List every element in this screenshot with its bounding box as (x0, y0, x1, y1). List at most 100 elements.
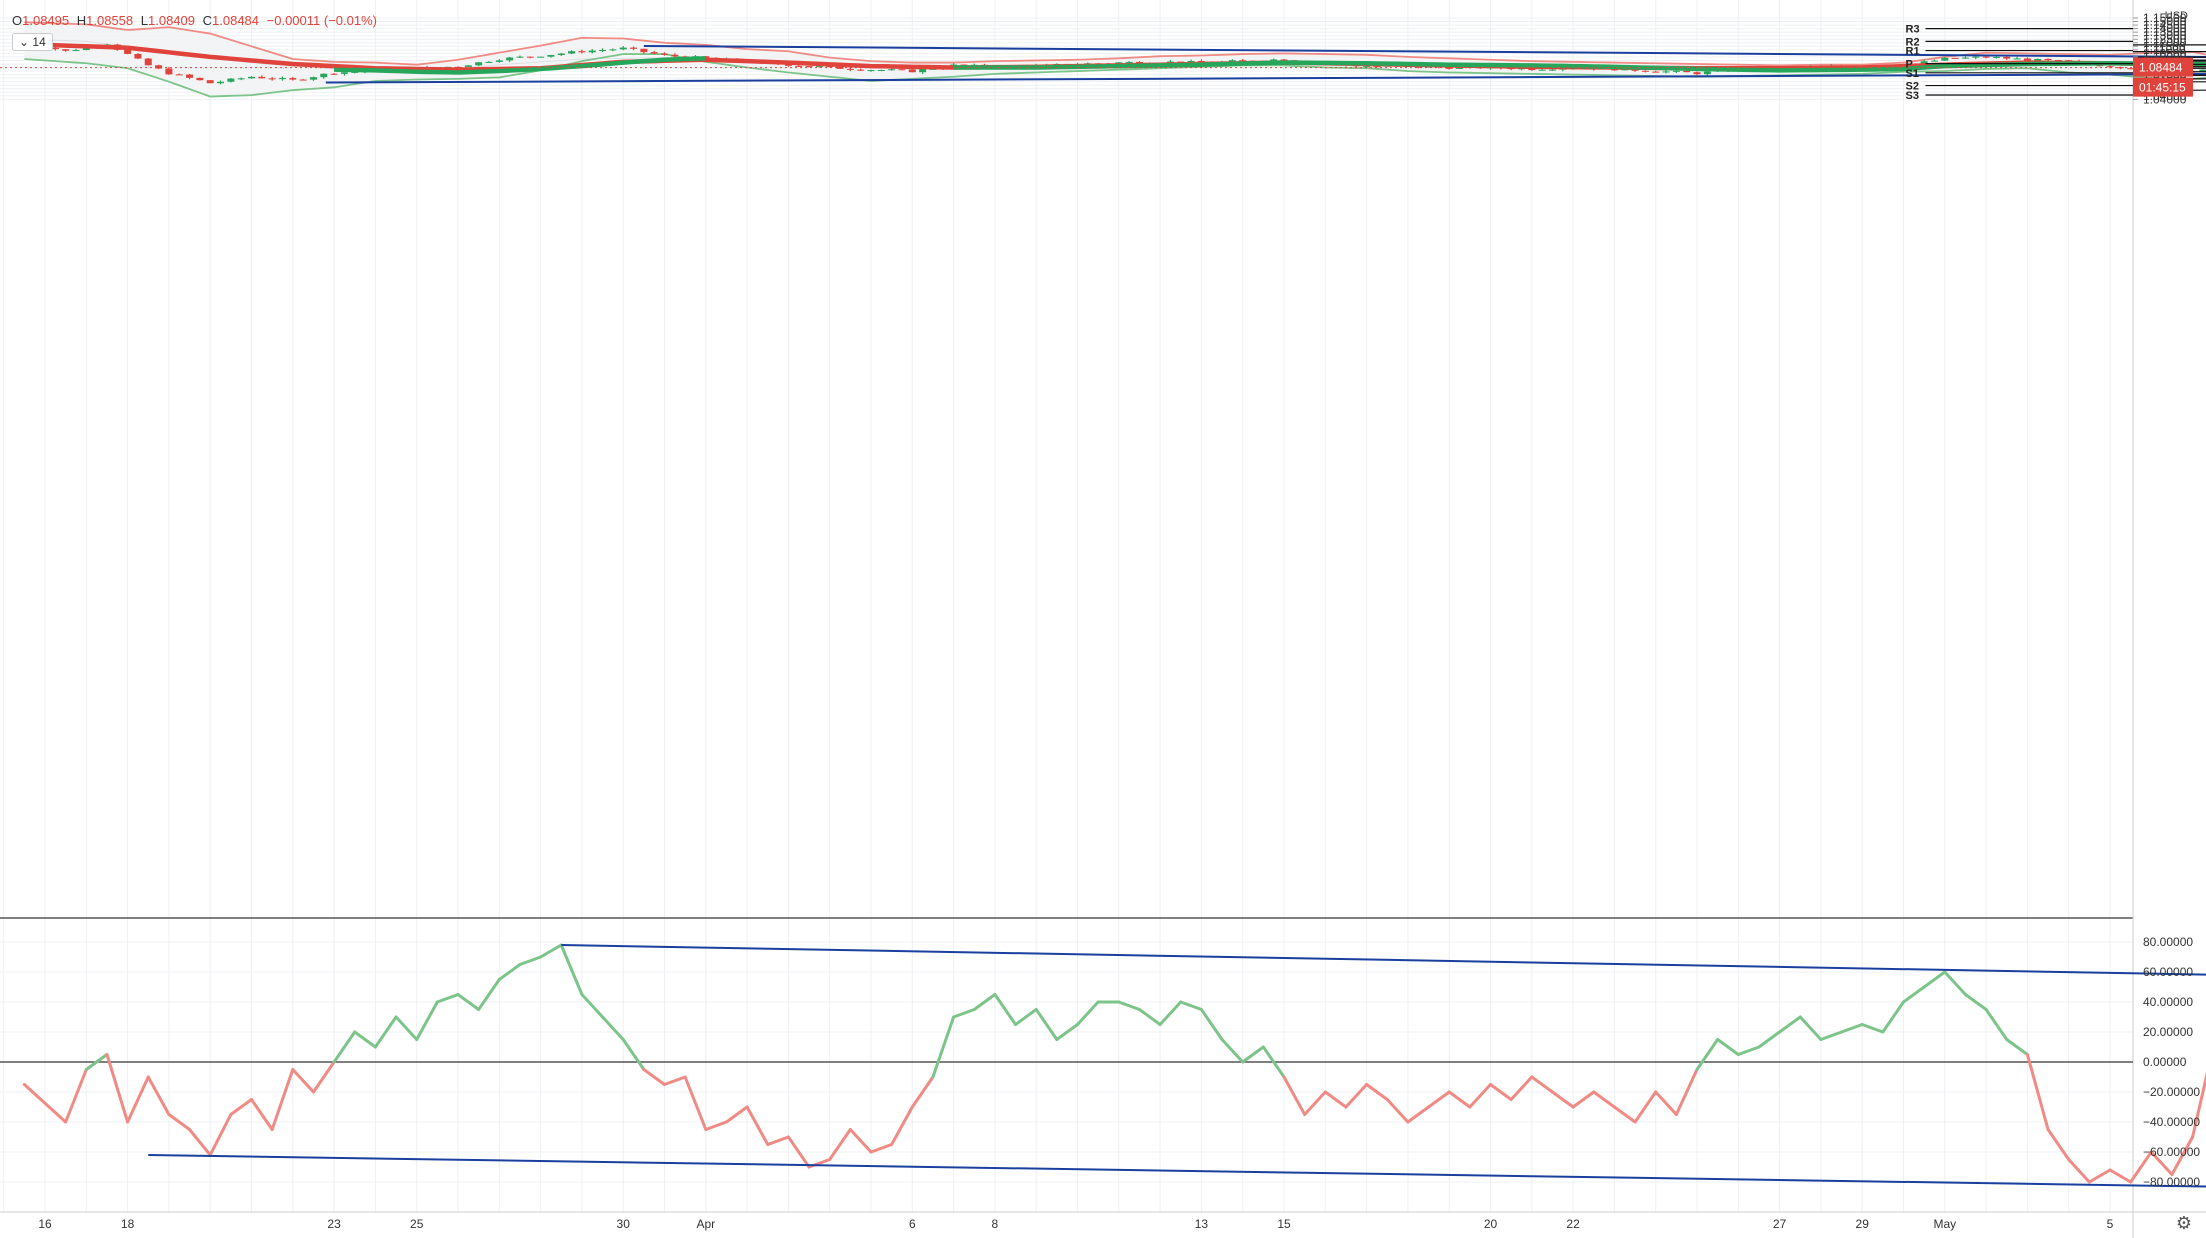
candle-body (588, 50, 596, 53)
oscillator-segment (1117, 1000, 1141, 1011)
change-value: −0.00011 (−0.01%) (266, 13, 377, 28)
oscillator-segment (311, 1060, 336, 1094)
oscillator-segment (1612, 1105, 1637, 1124)
osc-tick-label: −20.00000 (2143, 1085, 2200, 1099)
oscillator-segment (1137, 1008, 1162, 1026)
oscillator-segment (539, 943, 563, 959)
osc-tick-label: 20.00000 (2143, 1025, 2193, 1039)
indicator-toggle[interactable]: ⌄ 14 (12, 33, 53, 51)
candle-body (908, 69, 916, 73)
oscillator-segment (1385, 1098, 1410, 1124)
candle-body (2013, 58, 2021, 60)
oscillator-segment (1840, 1023, 1864, 1034)
oscillator-segment (724, 1105, 749, 1124)
osc-tick-label: 60.00000 (2143, 965, 2193, 979)
date-tick-label: May (1933, 1217, 1956, 1231)
candle-body (2106, 66, 2114, 68)
candle-body (547, 54, 555, 57)
trading-chart[interactable]: R3R2R1PS1S2S3R3R2R1PS1S2S3R3R2R1PS1S2S3 … (0, 0, 2206, 1238)
candle-body (2003, 56, 2011, 59)
candle-body (330, 73, 338, 75)
oscillator-segment (1592, 1090, 1616, 1109)
oscillator-segment (126, 1075, 150, 1124)
oscillator-segment (1757, 1030, 1782, 1049)
candle-body (1951, 57, 1959, 59)
candle-body (1972, 56, 1980, 58)
osc-tick-label: −80.00000 (2143, 1175, 2200, 1189)
oscillator-segment (1034, 1008, 1059, 1041)
oscillator-segment (291, 1068, 315, 1094)
candle-body (196, 77, 204, 81)
oscillator-segment (869, 1143, 894, 1154)
oscillator-segment (642, 1068, 666, 1086)
candle-body (1703, 71, 1711, 75)
date-tick-label: 20 (1484, 1217, 1498, 1231)
candle-body (1548, 69, 1556, 71)
candle-body (619, 47, 627, 50)
date-tick-label: 25 (410, 1217, 424, 1231)
axes: 1.155001.150001.145001.140001.135001.130… (38, 11, 2200, 1231)
oscillator-segment (1427, 1090, 1451, 1109)
candle-body (640, 48, 648, 53)
candle-body (217, 81, 225, 84)
candle-body (289, 78, 297, 80)
oscillator-segment (1199, 1008, 1224, 1041)
open-value: 1.08495 (22, 13, 70, 28)
candle-body (309, 77, 317, 80)
oscillator-segment (1220, 1038, 1245, 1064)
osc-trendline (561, 944, 2206, 976)
candle-body (568, 51, 576, 54)
oscillator-segment (993, 993, 1018, 1026)
oscillator-segment (580, 993, 605, 1019)
oscillator-segment (1303, 1090, 1327, 1116)
oscillator-segment (208, 1113, 233, 1157)
candle-body (537, 56, 545, 58)
oscillator-segment (1654, 1090, 1678, 1116)
candle-body (165, 68, 173, 75)
candle-body (1930, 60, 1938, 62)
candle-body (258, 76, 266, 79)
oscillator-segment (1509, 1075, 1534, 1101)
gear-icon[interactable]: ⚙ (2176, 1213, 2192, 1234)
oscillator-segment (1922, 970, 1947, 989)
oscillator-segment (1447, 1090, 1472, 1109)
date-tick-label: 15 (1277, 1217, 1291, 1231)
candle-body (1941, 57, 1949, 61)
oscillator-segment (601, 1015, 625, 1041)
oscillator-segment (1819, 1030, 1844, 1041)
candle-body (62, 49, 70, 51)
date-tick-label: 8 (992, 1217, 999, 1231)
oscillator-segment (1282, 1075, 1307, 1116)
ohlc-readout: O1.08495 H1.08558 L1.08409 C1.08484 −0.0… (12, 13, 381, 28)
low-value: 1.08409 (148, 13, 195, 28)
candle-body (1683, 70, 1691, 73)
candle-body (671, 54, 679, 57)
candle-body (144, 58, 152, 66)
oscillator-segment (1406, 1105, 1431, 1124)
candle-body (51, 47, 59, 50)
oscillator-segment (1984, 1008, 2009, 1041)
candle-body (630, 47, 638, 49)
candle-body (888, 69, 896, 71)
osc-tick-label: −60.00000 (2143, 1145, 2200, 1159)
candle-body (857, 69, 865, 71)
oscillator-segment (518, 955, 543, 966)
oscillator-segment (415, 1000, 439, 1041)
candle-body (1363, 66, 1371, 68)
oscillator-segment (890, 1105, 914, 1146)
close-value: 1.08484 (212, 13, 260, 28)
oscillator-segment (2046, 1128, 2071, 1161)
currency-label: USD (2164, 10, 2188, 22)
oscillator-segment (435, 993, 460, 1004)
oscillator-segment (704, 1120, 728, 1131)
date-tick-label: 29 (1856, 1217, 1870, 1231)
oscillator-segment (394, 1015, 419, 1041)
oscillator-segment (1550, 1090, 1575, 1109)
candle-body (320, 73, 328, 78)
low-label: L (140, 13, 148, 28)
oscillator-segment (146, 1075, 171, 1116)
oscillator-segment (1158, 1000, 1183, 1026)
candle-body (1125, 61, 1133, 63)
candle-body (578, 51, 586, 53)
osc-tick-label: −40.00000 (2143, 1115, 2200, 1129)
